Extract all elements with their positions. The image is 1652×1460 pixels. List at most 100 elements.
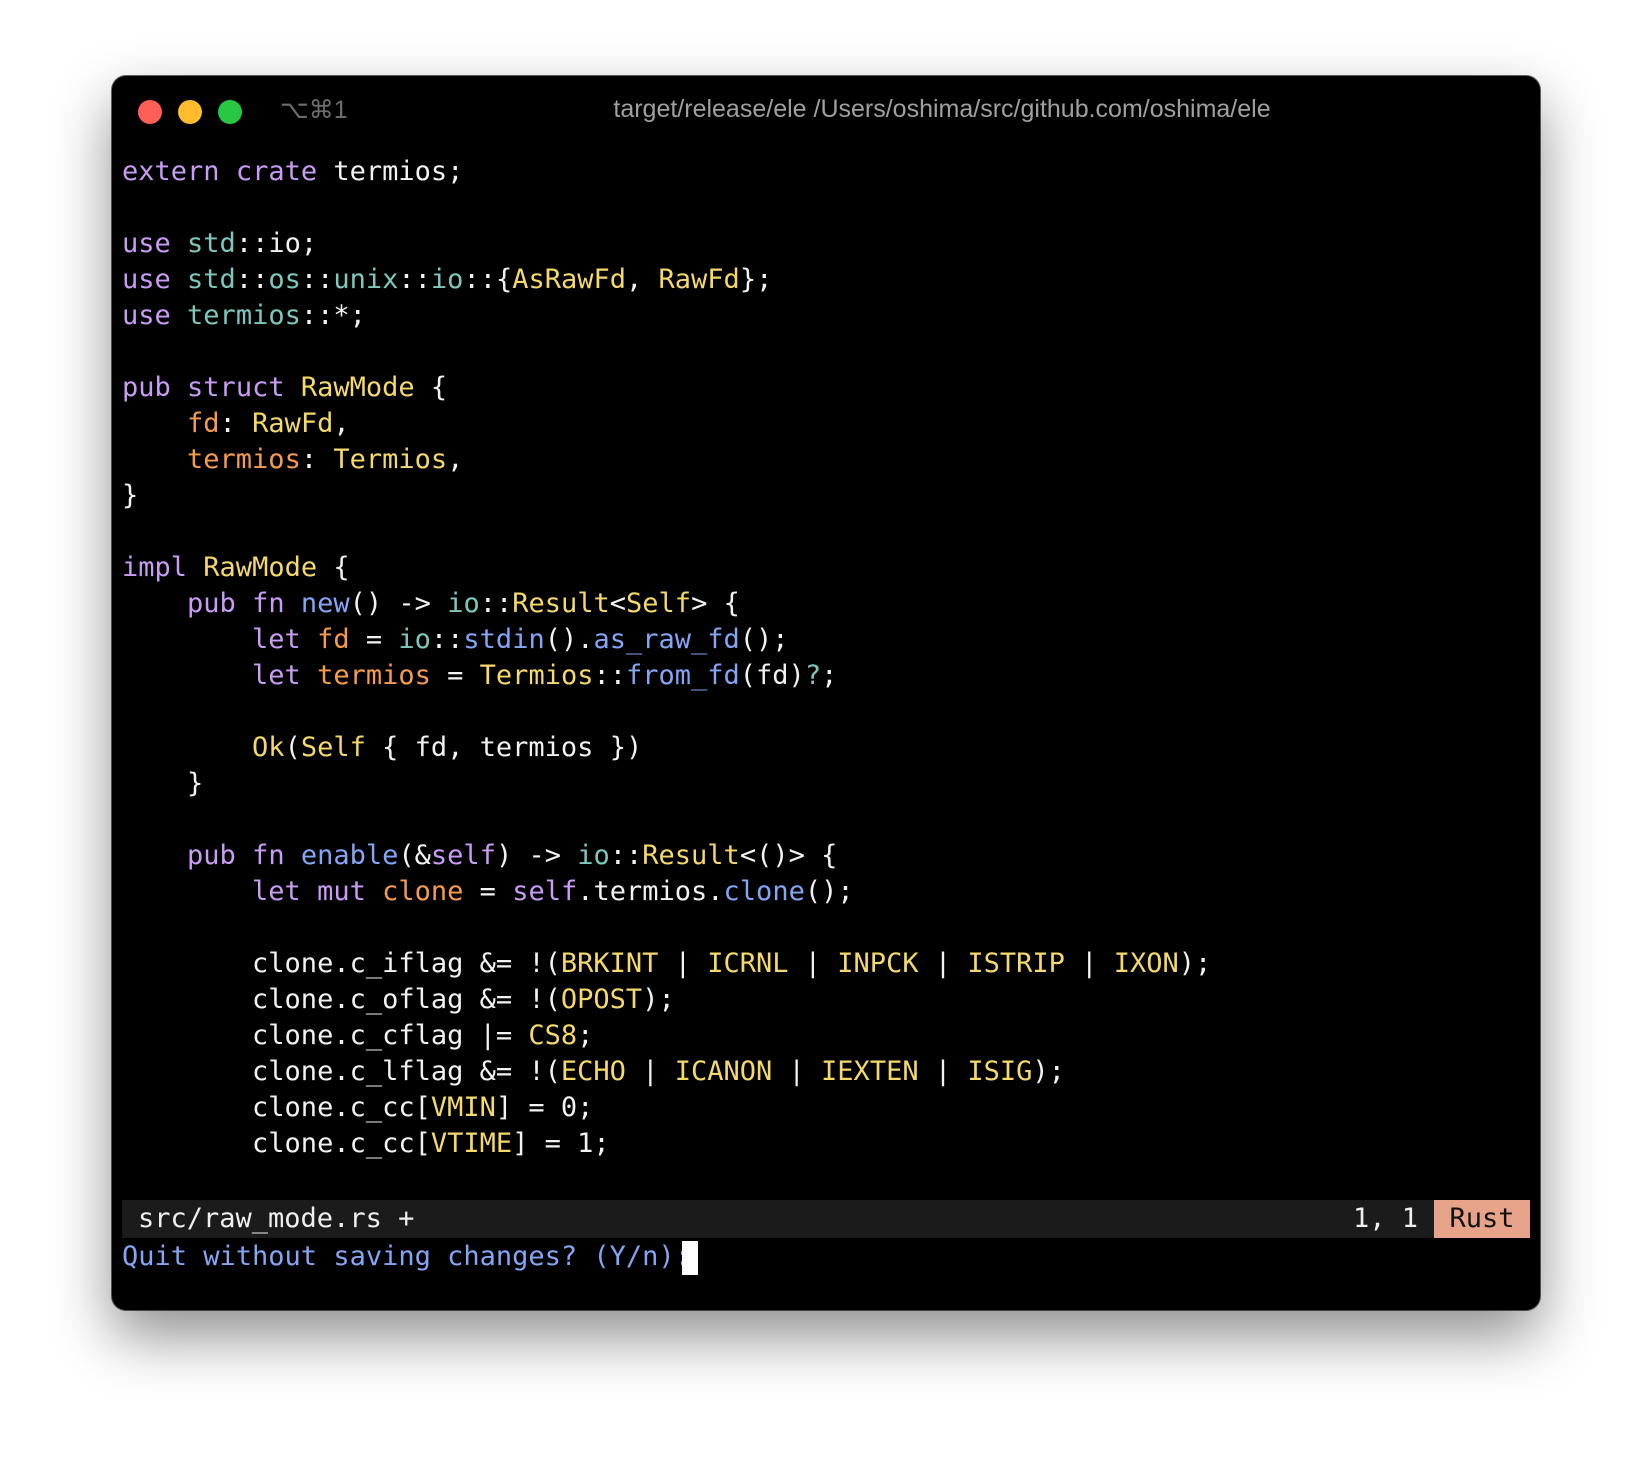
code-token: CS8 (528, 1020, 578, 1051)
minimize-window-button[interactable] (178, 100, 202, 124)
code-line: fd: RawFd, (122, 406, 1522, 442)
code-token: : (219, 408, 253, 439)
code-token: clone.c_cc[ (122, 1092, 431, 1123)
code-token: let (252, 624, 301, 655)
code-token: }; (739, 264, 773, 295)
code-line: termios: Termios, (122, 442, 1522, 478)
code-token: RawFd (252, 408, 334, 439)
code-token: use (122, 300, 171, 331)
code-token: (); (804, 876, 854, 907)
code-token: clone.c_cflag |= (122, 1020, 529, 1051)
code-token: :: (300, 264, 334, 295)
code-token: VTIME (430, 1128, 513, 1159)
code-token: <()> { (739, 840, 838, 871)
code-token: OPOST (560, 984, 643, 1015)
status-bar: src/raw_mode.rs + 1, 1 Rust (122, 1200, 1530, 1238)
tab-shortcut-label: ⌥⌘1 (280, 96, 348, 124)
code-token: stdin (463, 624, 545, 655)
code-token: pub (187, 840, 236, 871)
code-token: = (430, 660, 480, 691)
code-token: :: (593, 660, 626, 691)
code-token: | (788, 948, 838, 979)
code-token: , (626, 264, 659, 295)
code-line: use std::io; (122, 226, 1522, 262)
close-window-button[interactable] (138, 100, 162, 124)
code-token: from_fd (625, 660, 740, 691)
code-token: ECHO (560, 1056, 626, 1087)
code-token: .termios. (577, 876, 724, 907)
code-line: let mut clone = self.termios.clone(); (122, 874, 1522, 910)
code-token: io (398, 624, 431, 655)
code-token: clone.c_oflag &= !( (122, 984, 561, 1015)
code-token: ; (821, 660, 838, 691)
code-token: Ok (252, 732, 285, 763)
code-token: self (430, 840, 496, 871)
code-token: ] = 0; (495, 1092, 594, 1123)
code-token: new (300, 588, 350, 619)
code-token: os (268, 264, 301, 295)
code-line: let termios = Termios::from_fd(fd)?; (122, 658, 1522, 694)
code-token: ::io; (235, 228, 318, 259)
code-line: clone.c_cflag |= CS8; (122, 1018, 1522, 1054)
code-token: termios (187, 300, 301, 331)
text-cursor[interactable] (682, 1241, 698, 1275)
code-line: Ok(Self { fd, termios }) (122, 730, 1522, 766)
code-line: pub fn new() -> io::Result<Self> { (122, 586, 1522, 622)
code-token: INPCK (837, 948, 919, 979)
code-token: ; (577, 1020, 594, 1051)
code-token: () -> (349, 588, 448, 619)
code-line: } (122, 478, 1522, 514)
code-token: let (252, 660, 301, 691)
code-token: (fd) (739, 660, 805, 691)
code-token: RawMode (203, 552, 318, 583)
code-token: | (772, 1056, 822, 1087)
code-token: ? (804, 660, 822, 691)
code-token: :: (609, 840, 643, 871)
code-token: ::{ (463, 264, 513, 295)
code-token: > { (691, 588, 740, 619)
code-line: clone.c_lflag &= !(ECHO | ICANON | IEXTE… (122, 1054, 1522, 1090)
code-token: extern (122, 156, 220, 187)
code-editor[interactable]: extern crate termios; use std::io;use st… (122, 154, 1522, 1231)
code-token: IXON (1113, 948, 1179, 979)
code-token: (); (739, 624, 789, 655)
code-token: | (658, 948, 708, 979)
code-token: :: (398, 264, 431, 295)
terminal-window: ⌥⌘1 target/release/ele /Users/oshima/src… (112, 76, 1540, 1310)
code-token: io (577, 840, 610, 871)
code-token: | (1064, 948, 1114, 979)
code-token: ] = 1; (512, 1128, 610, 1159)
code-token: fd (187, 408, 220, 439)
code-token: crate (235, 156, 318, 187)
code-token: , (447, 444, 464, 475)
code-token: ::*; (300, 300, 366, 331)
code-token: clone (723, 876, 805, 907)
code-token: { (414, 372, 448, 403)
code-token: ); (1178, 948, 1212, 979)
language-badge: Rust (1434, 1200, 1530, 1238)
code-token: } (122, 480, 139, 511)
zoom-window-button[interactable] (218, 100, 242, 124)
code-token: io (430, 264, 464, 295)
code-line: use termios::*; (122, 298, 1522, 334)
code-token: :: (479, 588, 513, 619)
code-token: Result (512, 588, 610, 619)
status-file-name: src/raw_mode.rs + (138, 1203, 415, 1234)
code-line: extern crate termios; (122, 154, 1522, 190)
code-token: :: (430, 624, 464, 655)
code-token: unix (333, 264, 399, 295)
code-line: clone.c_iflag &= !(BRKINT | ICRNL | INPC… (122, 946, 1522, 982)
